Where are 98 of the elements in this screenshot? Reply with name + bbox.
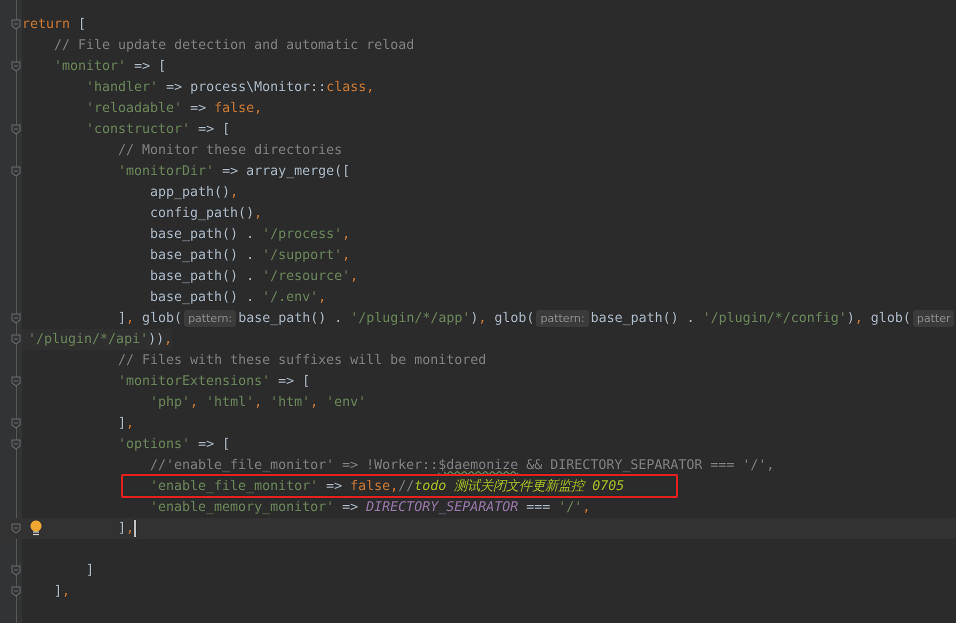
fold-marker-icon[interactable] (11, 376, 21, 387)
code-text: base_path() . (150, 226, 256, 244)
code-string: 'monitorDir' (118, 163, 214, 181)
code-text: base_path() . (150, 268, 256, 286)
code-keyword: , (342, 247, 350, 265)
fold-marker-icon[interactable] (11, 61, 21, 72)
code-text: => [ (277, 373, 310, 391)
code-string: '/plugin/*/api' (28, 331, 148, 349)
code-text: ) (846, 310, 855, 328)
code-string: '/resource' (262, 268, 350, 286)
code-string: 'options' (118, 436, 190, 454)
parameter-hint: patter (912, 310, 954, 327)
code-text: ] (118, 415, 126, 433)
code-text: => (341, 499, 360, 517)
code-comment: //'enable_file_monitor' => !Worker:: (150, 457, 438, 475)
code-text: => [ (133, 58, 166, 76)
code-string: 'constructor' (86, 121, 190, 139)
code-text: => (325, 478, 344, 496)
code-comment: $daemonize (438, 457, 518, 475)
lightbulb-icon[interactable] (30, 520, 42, 536)
parameter-hint: pattern: (536, 310, 589, 327)
code-keyword: , (318, 289, 326, 307)
code-string: '/plugin/*/config' (702, 310, 847, 328)
code-text: base_path() . (590, 310, 696, 328)
code-keyword: , (62, 583, 70, 601)
code-text: glob( (141, 310, 182, 328)
code-string: 'monitor' (54, 58, 126, 76)
fold-marker-icon[interactable] (11, 313, 21, 324)
code-keyword: , (478, 310, 486, 328)
code-keyword: return (22, 16, 70, 34)
fold-marker-icon[interactable] (11, 19, 21, 30)
code-string: 'enable_memory_monitor' (150, 499, 334, 517)
code-string: '/plugin/*/app' (350, 310, 470, 328)
code-string: 'reloadable' (86, 100, 182, 118)
todo-comment: todo 测试关闭文件更新监控 0705 (414, 478, 624, 496)
code-text: base_path() . (150, 247, 256, 265)
code-keyword: , (254, 205, 262, 223)
code-text: [ (77, 16, 86, 34)
code-string: 'monitorExtensions' (118, 373, 270, 391)
code-string: 'handler' (86, 79, 158, 97)
code-string: '/process' (262, 226, 342, 244)
code-comment: // Monitor these directories (118, 142, 342, 160)
code-keyword: , (310, 394, 320, 412)
code-keyword: false, (350, 478, 398, 496)
code-keyword: , (126, 520, 134, 538)
code-text: ] (86, 562, 94, 580)
code-comment: && DIRECTORY_SEPARATOR === '/', (525, 457, 774, 475)
code-text: ] (54, 583, 62, 601)
fold-marker-icon[interactable] (11, 124, 21, 135)
parameter-hint: pattern: (184, 310, 236, 327)
code-keyword: , (164, 331, 172, 349)
fold-marker-icon[interactable] (11, 565, 21, 576)
code-string: '/.env' (262, 289, 318, 307)
code-text: glob( (870, 310, 911, 328)
code-keyword: false, (214, 100, 262, 118)
code-constant: DIRECTORY_SEPARATOR (366, 499, 518, 517)
text-cursor (134, 520, 136, 537)
code-text: base_path() . (150, 289, 256, 307)
fold-marker-icon[interactable] (11, 166, 21, 177)
code-text: ] (118, 310, 126, 328)
code-text: => [ (197, 436, 230, 454)
fold-marker-icon[interactable] (11, 523, 21, 534)
code-keyword: , (342, 226, 350, 244)
code-text: => [ (197, 121, 230, 139)
fold-marker-icon[interactable] (11, 418, 21, 429)
code-text: base_path() . (238, 310, 344, 328)
fold-marker-icon[interactable] (11, 586, 21, 597)
code-keyword: , (854, 310, 863, 328)
code-text: === (525, 499, 552, 517)
code-text: ] (118, 520, 126, 538)
code-comment: // (398, 478, 414, 496)
code-keyword: , (126, 310, 134, 328)
code-string: 'env' (326, 394, 366, 412)
code-text: => array_merge([ (221, 163, 350, 181)
code-string: 'html' (206, 394, 254, 412)
code-text: ) (470, 310, 478, 328)
code-text: => process\Monitor:: (165, 79, 326, 97)
code-string: '/' (558, 499, 582, 517)
code-keyword: , (126, 415, 134, 433)
code-comment: // Files with these suffixes will be monitored (118, 352, 486, 370)
code-keyword: , (350, 268, 358, 286)
code-text: config_path() (150, 205, 254, 223)
code-text: )) (148, 331, 164, 349)
code-string: '/support' (262, 247, 342, 265)
code-string: 'php' (150, 394, 190, 412)
code-text: => (189, 100, 208, 118)
code-keyword: class, (326, 79, 374, 97)
code-text: glob( (493, 310, 534, 328)
code-text: app_path() (150, 184, 230, 202)
code-keyword: , (254, 394, 264, 412)
code-string: 'htm' (270, 394, 310, 412)
code-keyword: , (190, 394, 200, 412)
code-keyword: , (582, 499, 590, 517)
fold-marker-icon[interactable] (11, 439, 21, 450)
code-string: 'enable_file_monitor' (150, 478, 318, 496)
fold-marker-icon[interactable] (11, 334, 21, 345)
code-keyword: , (230, 184, 238, 202)
code-comment: // File update detection and automatic reload (54, 37, 414, 55)
